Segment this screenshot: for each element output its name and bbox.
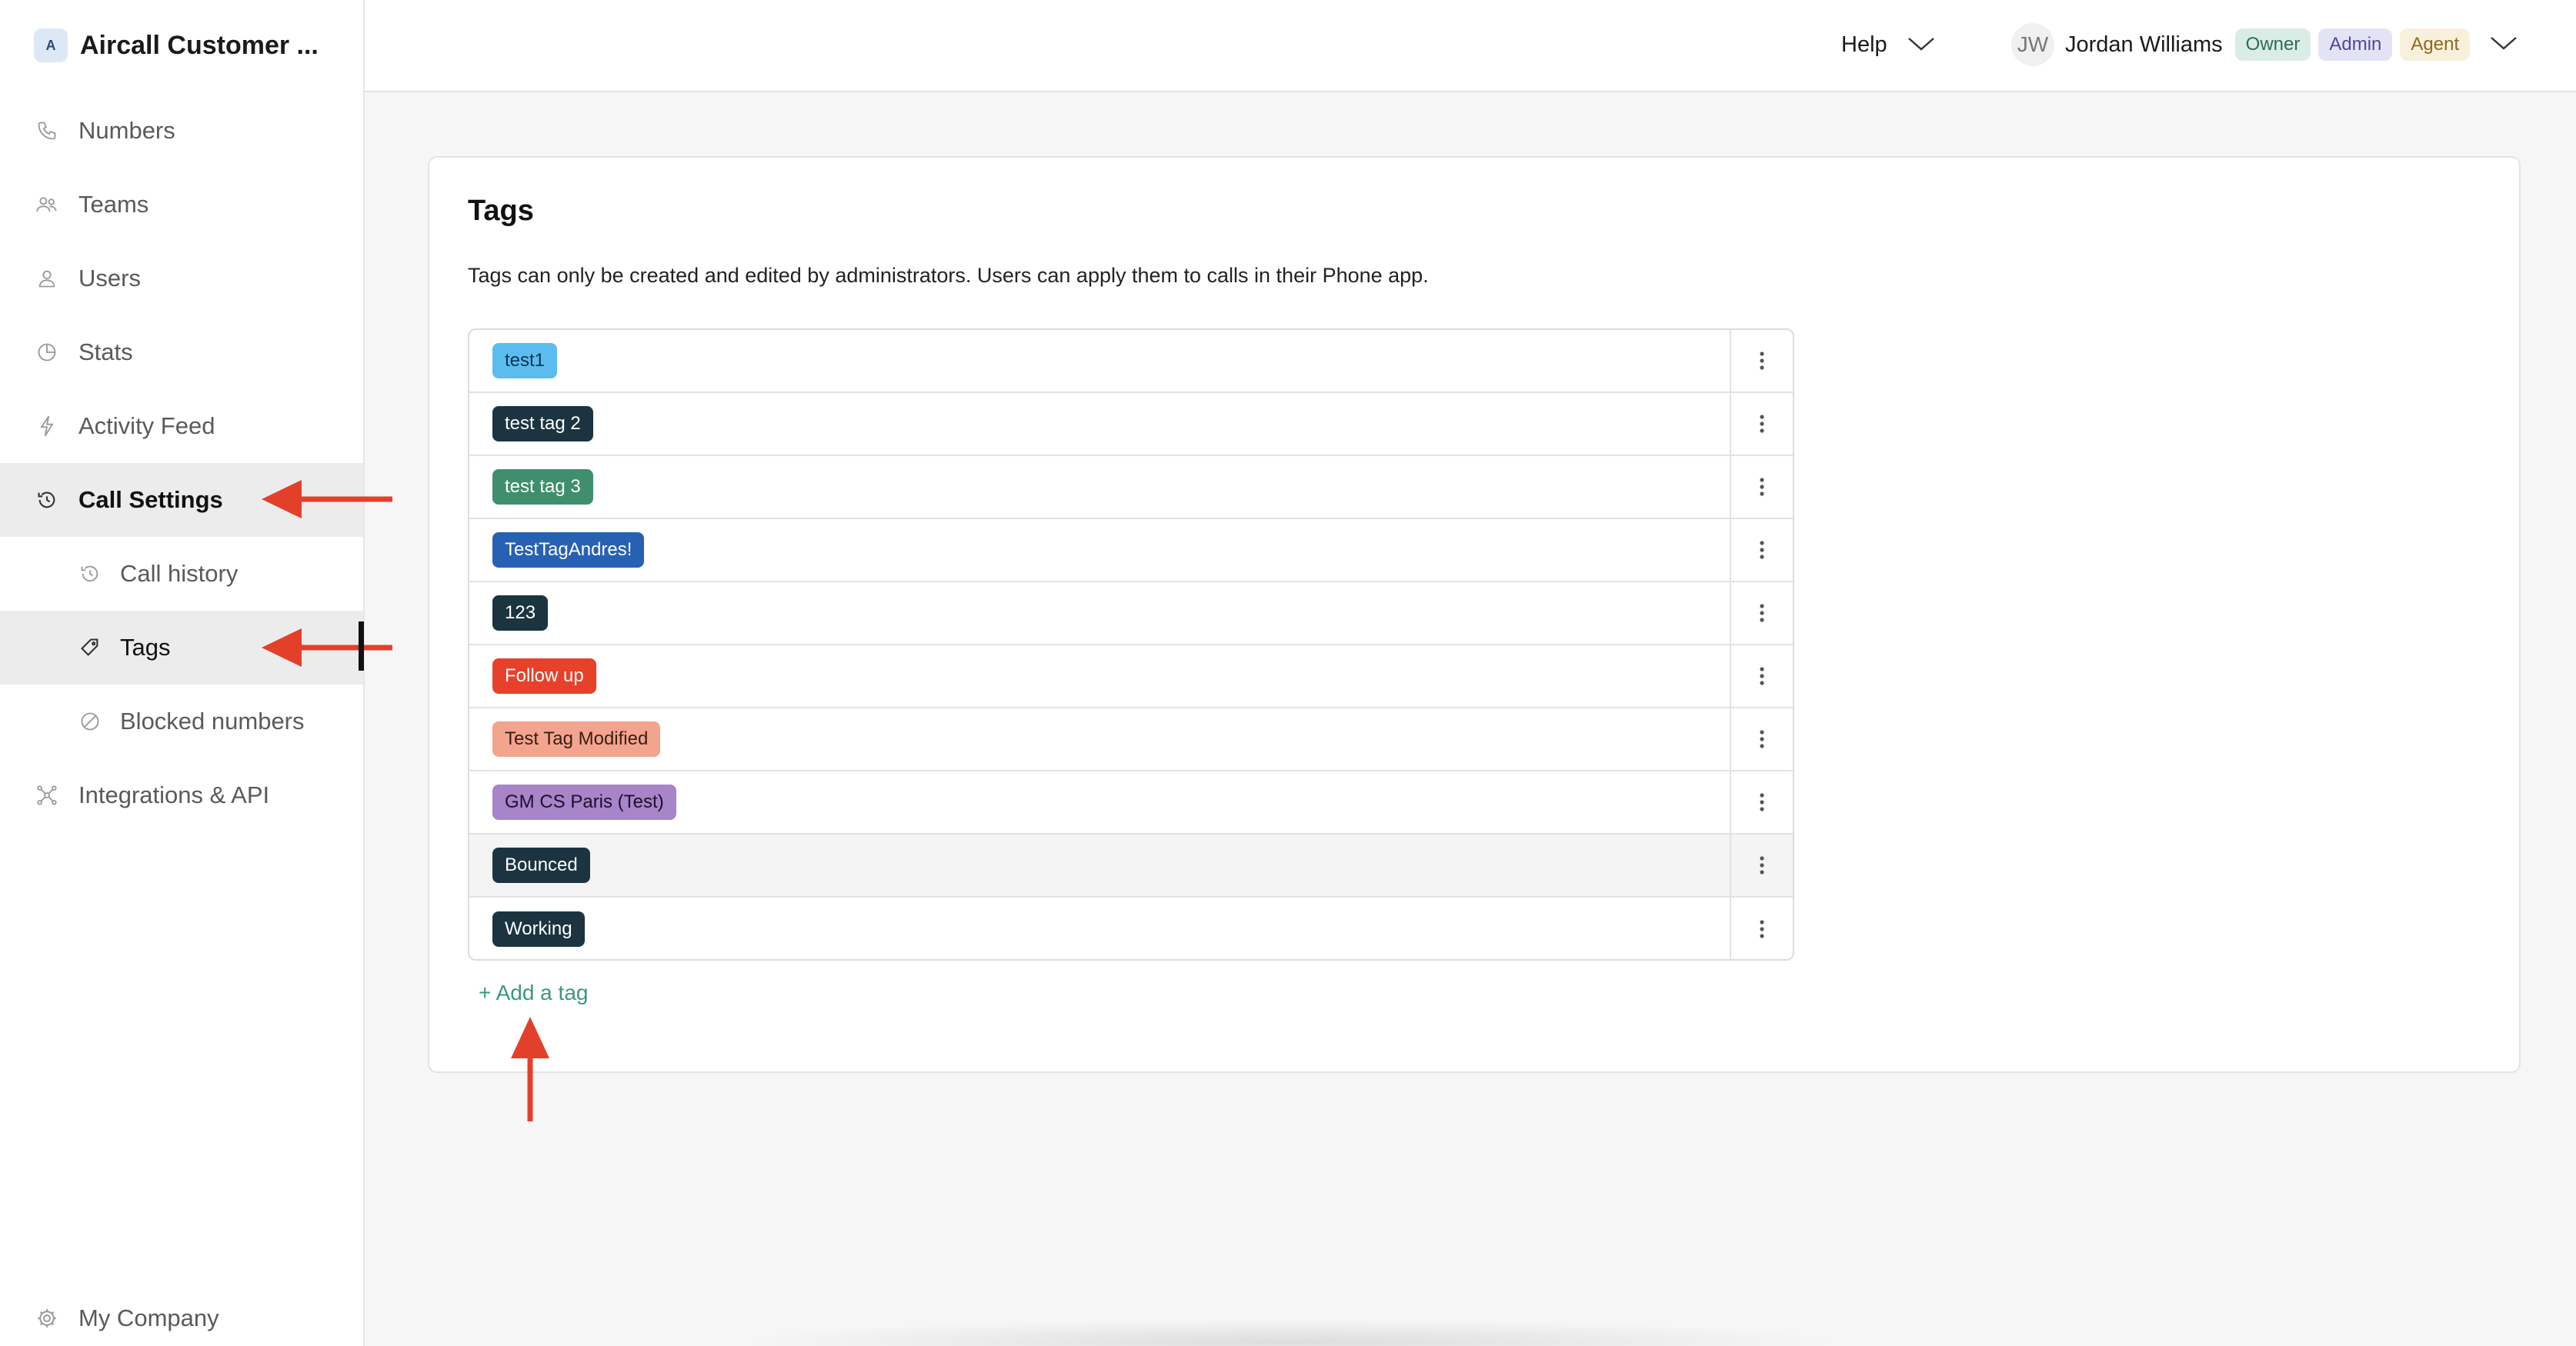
sidebar-item-label: Call Settings [78,486,223,513]
tag-pill: test1 [492,343,558,378]
sidebar-item-numbers[interactable]: Numbers [0,94,363,168]
tag-pill: test tag 2 [492,406,593,441]
pie-chart-icon [35,341,58,364]
more-options-icon[interactable] [1730,835,1793,896]
chevron-down-icon [1907,32,1935,58]
tag-pill: test tag 3 [492,469,593,505]
table-row: test tag 3 [469,456,1793,519]
tag-pill: GM CS Paris (Test) [492,785,676,820]
sidebar-item-call-history[interactable]: Call history [0,537,363,611]
sidebar-item-label: Integrations & API [78,781,270,808]
sidebar: A Aircall Customer ... Numbers Teams Use… [0,0,365,1346]
tags-card: Tags Tags can only be created and edited… [428,156,2521,1073]
user-icon [35,267,58,290]
history-icon [35,488,58,511]
sidebar-item-activity-feed[interactable]: Activity Feed [0,389,363,463]
table-row: 123 [469,582,1793,645]
role-badge-admin: Admin [2318,28,2393,61]
sidebar-item-my-company[interactable]: My Company [0,1281,363,1346]
tags-list: test1 test tag 2 test tag 3 TestTagAndres! 1… [468,328,1794,961]
tag-icon [78,636,102,659]
page-description: Tags can only be created and edited by a… [468,264,1429,287]
sidebar-item-label: Blocked numbers [120,708,305,735]
workspace-name: Aircall Customer ... [80,30,319,60]
more-options-icon[interactable] [1730,393,1793,455]
add-tag-button[interactable]: + Add a tag [479,981,588,1005]
table-row: Follow up [469,645,1793,708]
sidebar-item-label: Numbers [78,117,175,144]
team-icon [35,193,58,216]
tag-pill: Bounced [492,848,590,883]
sidebar-item-call-settings[interactable]: Call Settings [0,463,363,537]
table-row: Working [469,898,1793,959]
sidebar-item-label: Users [78,265,141,292]
more-options-icon[interactable] [1730,708,1793,770]
more-options-icon[interactable] [1730,582,1793,644]
integrations-icon [35,784,58,807]
sidebar-item-label: Teams [78,191,149,218]
more-options-icon[interactable] [1730,898,1793,959]
more-options-icon[interactable] [1730,456,1793,518]
table-row: test tag 2 [469,393,1793,456]
table-row: TestTagAndres! [469,519,1793,582]
help-menu[interactable]: Help [1841,28,1935,62]
sidebar-item-label: Call history [120,560,239,587]
table-row: Bounced [469,835,1793,898]
history-icon [78,562,102,585]
tag-pill: Follow up [492,658,596,694]
sidebar-item-tags[interactable]: Tags [0,611,363,685]
sidebar-item-label: Stats [78,338,133,365]
role-badge-agent: Agent [2400,28,2471,61]
table-row: test1 [469,330,1793,393]
user-name: Jordan Williams [2065,32,2223,57]
sidebar-item-teams[interactable]: Teams [0,168,363,242]
help-label: Help [1841,32,1887,57]
more-options-icon[interactable] [1730,771,1793,833]
sidebar-item-integrations[interactable]: Integrations & API [0,758,363,832]
bottom-shadow [731,1319,1847,1346]
sidebar-item-users[interactable]: Users [0,242,363,315]
sidebar-item-label: Activity Feed [78,412,215,439]
tag-pill: 123 [492,595,549,631]
gear-icon [35,1307,58,1330]
tag-pill: Test Tag Modified [492,721,661,757]
tag-pill: TestTagAndres! [492,532,645,568]
page-title: Tags [468,195,534,227]
table-row: Test Tag Modified [469,708,1793,771]
more-options-icon[interactable] [1730,645,1793,707]
more-options-icon[interactable] [1730,330,1793,391]
sidebar-item-stats[interactable]: Stats [0,315,363,389]
sidebar-item-label: My Company [78,1304,219,1331]
user-menu[interactable]: JW Jordan Williams Owner Admin Agent [2011,23,2518,66]
sidebar-item-label: Tags [120,634,171,661]
more-options-icon[interactable] [1730,519,1793,581]
table-row: GM CS Paris (Test) [469,771,1793,835]
role-badge-owner: Owner [2234,28,2311,61]
avatar: JW [2011,23,2054,66]
workspace-avatar: A [34,28,68,62]
top-bar: Help JW Jordan Williams Owner Admin Agen… [365,0,2576,92]
block-icon [78,710,102,733]
phone-icon [35,119,58,142]
bolt-icon [35,415,58,438]
tag-pill: Working [492,911,585,947]
chevron-down-icon[interactable] [2490,35,2518,55]
sidebar-item-blocked-numbers[interactable]: Blocked numbers [0,685,363,758]
workspace-switcher[interactable]: A Aircall Customer ... [34,26,319,65]
